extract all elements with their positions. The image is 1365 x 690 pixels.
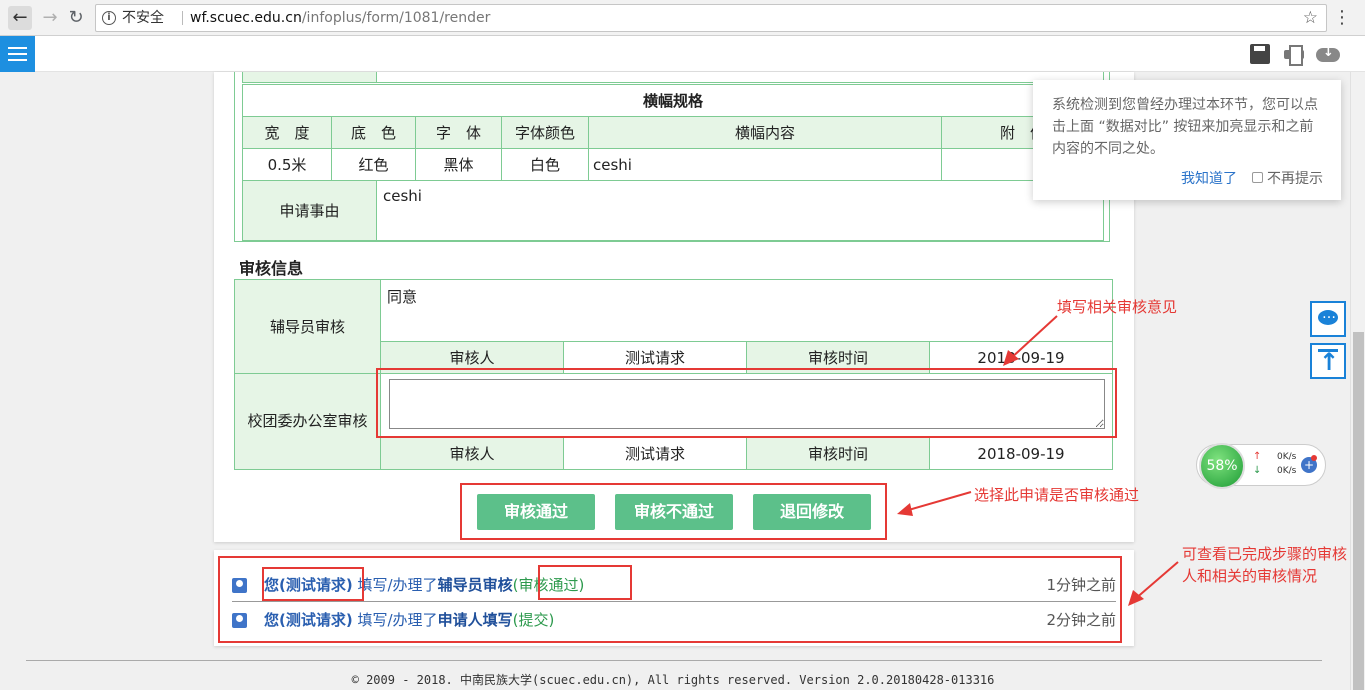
header-width: 宽 度 <box>242 116 332 149</box>
cloud-download-icon[interactable] <box>1316 44 1340 64</box>
league-time-label: 审核时间 <box>746 437 930 470</box>
reason-label: 申请事由 <box>242 180 377 241</box>
league-review-label: 校团委办公室审核 <box>234 373 381 470</box>
annotation-arrow-actions <box>897 491 972 516</box>
footer-copyright: © 2009 - 2018. 中南民族大学(scuec.edu.cn), All… <box>351 673 995 687</box>
network-speed-widget[interactable]: 58% ↑ ↓ 0K/s 0K/s + <box>1196 443 1326 489</box>
address-separator <box>182 11 183 25</box>
header-bg-color: 底 色 <box>331 116 416 149</box>
annotation-arrow-opinion <box>1003 315 1058 366</box>
scrollbar-thumb[interactable] <box>1353 332 1364 690</box>
reload-icon[interactable]: ↻ <box>64 6 88 30</box>
tip-ok-link[interactable]: 我知道了 <box>1181 168 1237 188</box>
reason-table: 申请事由 ceshi <box>242 180 1104 241</box>
forward-arrow-icon[interactable]: → <box>38 6 62 30</box>
browser-toolbar: ← → ↻ i 不安全 wf.scuec.edu.cn/infoplus/for… <box>0 0 1365 36</box>
compare-tip-popup: 系统检测到您曾经办理过本环节，您可以点击上面 “数据对比” 按钮来加亮显示和之前… <box>1033 80 1341 200</box>
upload-speed: 0K/s <box>1277 452 1297 462</box>
url-text: wf.scuec.edu.cn/infoplus/form/1081/rende… <box>190 5 490 31</box>
annotation-arrow-history <box>1128 561 1179 606</box>
print-icon[interactable] <box>1284 44 1304 66</box>
back-to-top-icon[interactable] <box>1310 343 1346 379</box>
counselor-review-label: 辅导员审核 <box>234 279 381 374</box>
user-highlight-box <box>262 567 364 601</box>
banner-spec-table: 横幅规格 宽 度 底 色 字 体 字体颜色 横幅内容 附 件 0.5米 红色 黑… <box>242 84 1104 181</box>
hamburger-menu-icon[interactable] <box>0 36 35 72</box>
approve-button[interactable]: 审核通过 <box>477 494 595 530</box>
value-bg-color: 红色 <box>331 148 416 181</box>
tip-message: 系统检测到您曾经办理过本环节，您可以点击上面 “数据对比” 按钮来加亮显示和之前… <box>1052 97 1318 157</box>
form-card: 横幅规格 宽 度 底 色 字 体 字体颜色 横幅内容 附 件 0.5米 红色 黑… <box>214 72 1134 542</box>
insecure-label: 不安全 <box>122 10 164 26</box>
chat-icon[interactable] <box>1310 301 1346 337</box>
info-icon[interactable]: i <box>102 11 116 25</box>
browser-menu-icon[interactable]: ⋮ <box>1333 6 1351 30</box>
header-banner-content: 横幅内容 <box>588 116 942 149</box>
league-reviewer-label: 审核人 <box>380 437 564 470</box>
reason-value: ceshi <box>376 180 1104 241</box>
reject-button[interactable]: 审核不通过 <box>615 494 733 530</box>
annotation-view-history: 可查看已完成步骤的审核人和相关的审核情况 <box>1182 545 1348 585</box>
top-partial-row <box>242 72 1104 83</box>
no-more-label[interactable]: 不再提示 <box>1267 168 1323 188</box>
league-reviewer-value: 测试请求 <box>563 437 747 470</box>
notification-dot <box>1311 455 1317 461</box>
url-host: wf.scuec.edu.cn <box>190 10 302 26</box>
opinion-highlight-box <box>376 368 1117 438</box>
value-font-color: 白色 <box>501 148 589 181</box>
upload-arrow-icon: ↑ <box>1253 451 1262 462</box>
back-arrow-icon[interactable]: ← <box>8 6 32 30</box>
footer-divider <box>26 660 1322 661</box>
value-banner-content: ceshi <box>588 148 942 181</box>
bookmark-star-icon[interactable]: ☆ <box>1303 5 1318 31</box>
value-font: 黑体 <box>415 148 502 181</box>
partial-label-cell <box>242 72 377 83</box>
url-path: /infoplus/form/1081/render <box>301 10 491 26</box>
header-font-color: 字体颜色 <box>501 116 589 149</box>
header-font: 字 体 <box>415 116 502 149</box>
address-bar[interactable]: i 不安全 wf.scuec.edu.cn/infoplus/form/1081… <box>95 4 1327 32</box>
annotation-fill-opinion: 填写相关审核意见 <box>1057 298 1178 316</box>
value-width: 0.5米 <box>242 148 332 181</box>
speed-percent[interactable]: 58% <box>1199 443 1245 489</box>
download-arrow-icon: ↓ <box>1253 465 1262 476</box>
app-header <box>0 36 1365 72</box>
no-more-checkbox[interactable] <box>1252 172 1263 183</box>
annotation-choose-result: 选择此申请是否审核通过 <box>974 486 1140 504</box>
league-time-value: 2018-09-19 <box>929 437 1113 470</box>
save-icon[interactable] <box>1250 44 1270 64</box>
download-speed: 0K/s <box>1277 466 1297 476</box>
partial-value-cell <box>376 72 1104 83</box>
review-section-title: 审核信息 <box>239 259 304 278</box>
banner-spec-title: 横幅规格 <box>242 84 1104 117</box>
page-scrollbar[interactable] <box>1350 72 1365 690</box>
return-for-revision-button[interactable]: 退回修改 <box>753 494 871 530</box>
result-highlight-box <box>538 565 632 600</box>
